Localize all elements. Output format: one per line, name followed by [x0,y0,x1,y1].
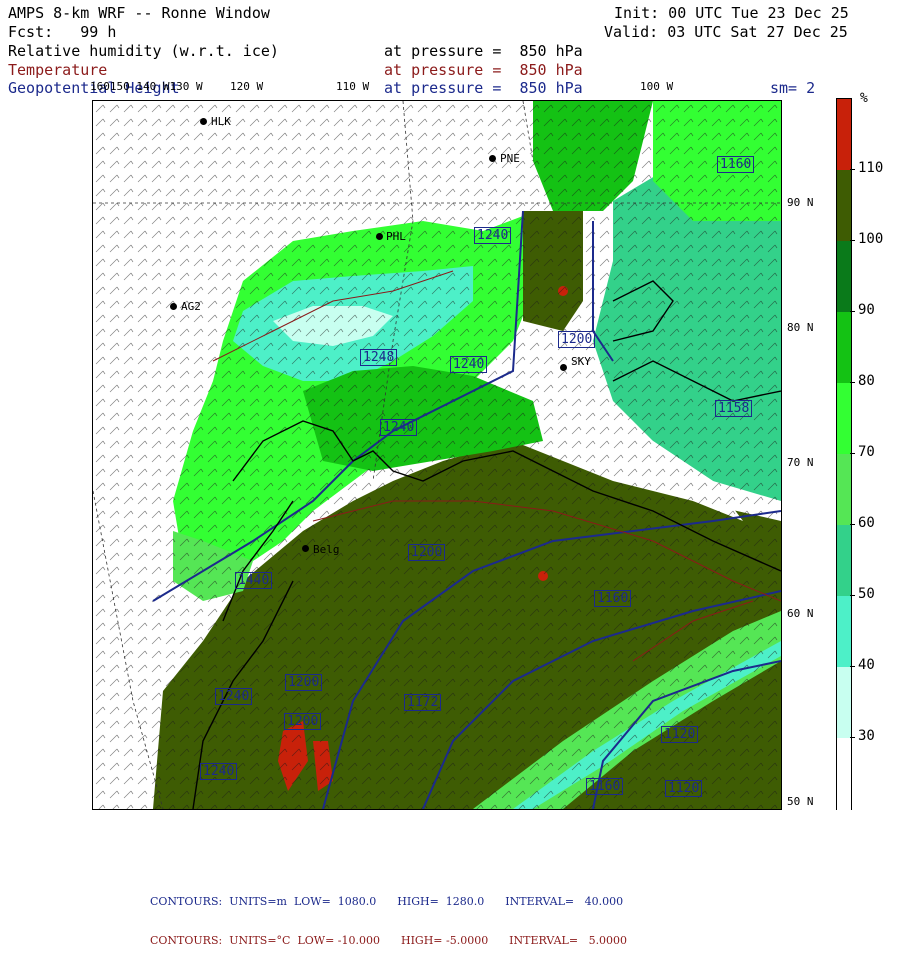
height-label: 1120 [661,726,699,743]
colorbar-segment [837,241,851,313]
colorbar-label: 80 [858,373,875,389]
level-rh: at pressure = 850 hPa [384,42,583,60]
colorbar-label: 30 [858,728,875,744]
colorbar-tick [850,382,855,383]
height-label: 1200 [408,544,446,561]
level-geopotential: at pressure = 850 hPa [384,79,583,97]
station-marker [200,118,207,125]
colorbar-tick [850,737,855,738]
contour-legend: CONTOURS: UNITS=m LOW= 1080.0 HIGH= 1280… [150,869,627,960]
init-time: Init: 00 UTC Tue 23 Dec 25 [614,4,849,22]
height-label: 1160 [717,156,755,173]
colorbar-segment [837,738,851,810]
colorbar-segment [837,170,851,242]
colorbar-segment [837,312,851,384]
station-marker [376,233,383,240]
lat-label: 80 N [787,321,814,334]
lon-label: 100 W [640,80,674,93]
lat-label: 50 N [787,795,814,808]
colorbar-tick [850,595,855,596]
height-label: 1120 [665,780,703,797]
forecast-hour: Fcst: 99 h [8,23,117,41]
station-marker [489,155,496,162]
height-label: 1160 [586,778,624,795]
lat-label: 90 N [787,196,814,209]
station-label: Belg [313,543,340,556]
station-marker [170,303,177,310]
lon-label: 110 W [336,80,370,93]
colorbar-tick [850,666,855,667]
height-label: 1240 [380,419,418,436]
colorbar-label: 100 [858,231,884,247]
colorbar-tick [850,453,855,454]
colorbar-segment [837,383,851,455]
lat-label: 60 N [787,607,814,620]
colorbar-label: 50 [858,586,875,602]
smoothing-label: sm= 2 [770,79,816,97]
colorbar-label: 90 [858,302,875,318]
station-label: SKY [571,355,591,368]
colorbar-tick [850,240,855,241]
colorbar-segment [837,525,851,597]
height-label: 1200 [558,331,596,348]
station-label: HLK [211,115,231,128]
field-temperature: Temperature [8,61,108,79]
valid-time: Valid: 03 UTC Sat 27 Dec 25 [604,23,848,41]
height-label: 1172 [404,694,442,711]
field-rh: Relative humidity (w.r.t. ice) [8,42,279,60]
temperature-contour-info: CONTOURS: UNITS=°C LOW= -10.000 HIGH= -5… [150,934,628,947]
lon-label: 160150 140 W130 W [90,80,203,93]
level-temperature: at pressure = 850 hPa [384,61,583,79]
height-label: 1200 [284,713,322,730]
colorbar-segment [837,99,851,171]
colorbar-label: 70 [858,444,875,460]
colorbar-unit: % [860,91,868,106]
colorbar-segment [837,596,851,668]
height-label: 1240 [450,356,488,373]
height-label: 1240 [215,688,253,705]
station-marker [302,545,309,552]
lat-label: 70 N [787,456,814,469]
height-label: 1160 [594,590,632,607]
colorbar-label: 110 [858,160,884,176]
height-contour-info: CONTOURS: UNITS=m LOW= 1080.0 HIGH= 1280… [150,895,624,908]
colorbar-tick [850,524,855,525]
lon-label: 120 W [230,80,264,93]
height-label: 1200 [285,674,323,691]
station-label: AG2 [181,300,201,313]
colorbar-label: 40 [858,657,875,673]
colorbar [836,98,852,810]
colorbar-tick [850,311,855,312]
colorbar-tick [850,169,855,170]
model-title: AMPS 8-km WRF -- Ronne Window [8,4,270,22]
colorbar-segment [837,454,851,526]
height-label: 1240 [474,227,512,244]
colorbar-label: 60 [858,515,875,531]
height-label: 1158 [715,400,753,417]
station-label: PHL [386,230,406,243]
station-marker [560,364,567,371]
height-label: 1248 [360,349,398,366]
station-label: PNE [500,152,520,165]
colorbar-segment [837,667,851,739]
height-label: 1440 [235,572,273,589]
height-label: 1240 [200,763,238,780]
